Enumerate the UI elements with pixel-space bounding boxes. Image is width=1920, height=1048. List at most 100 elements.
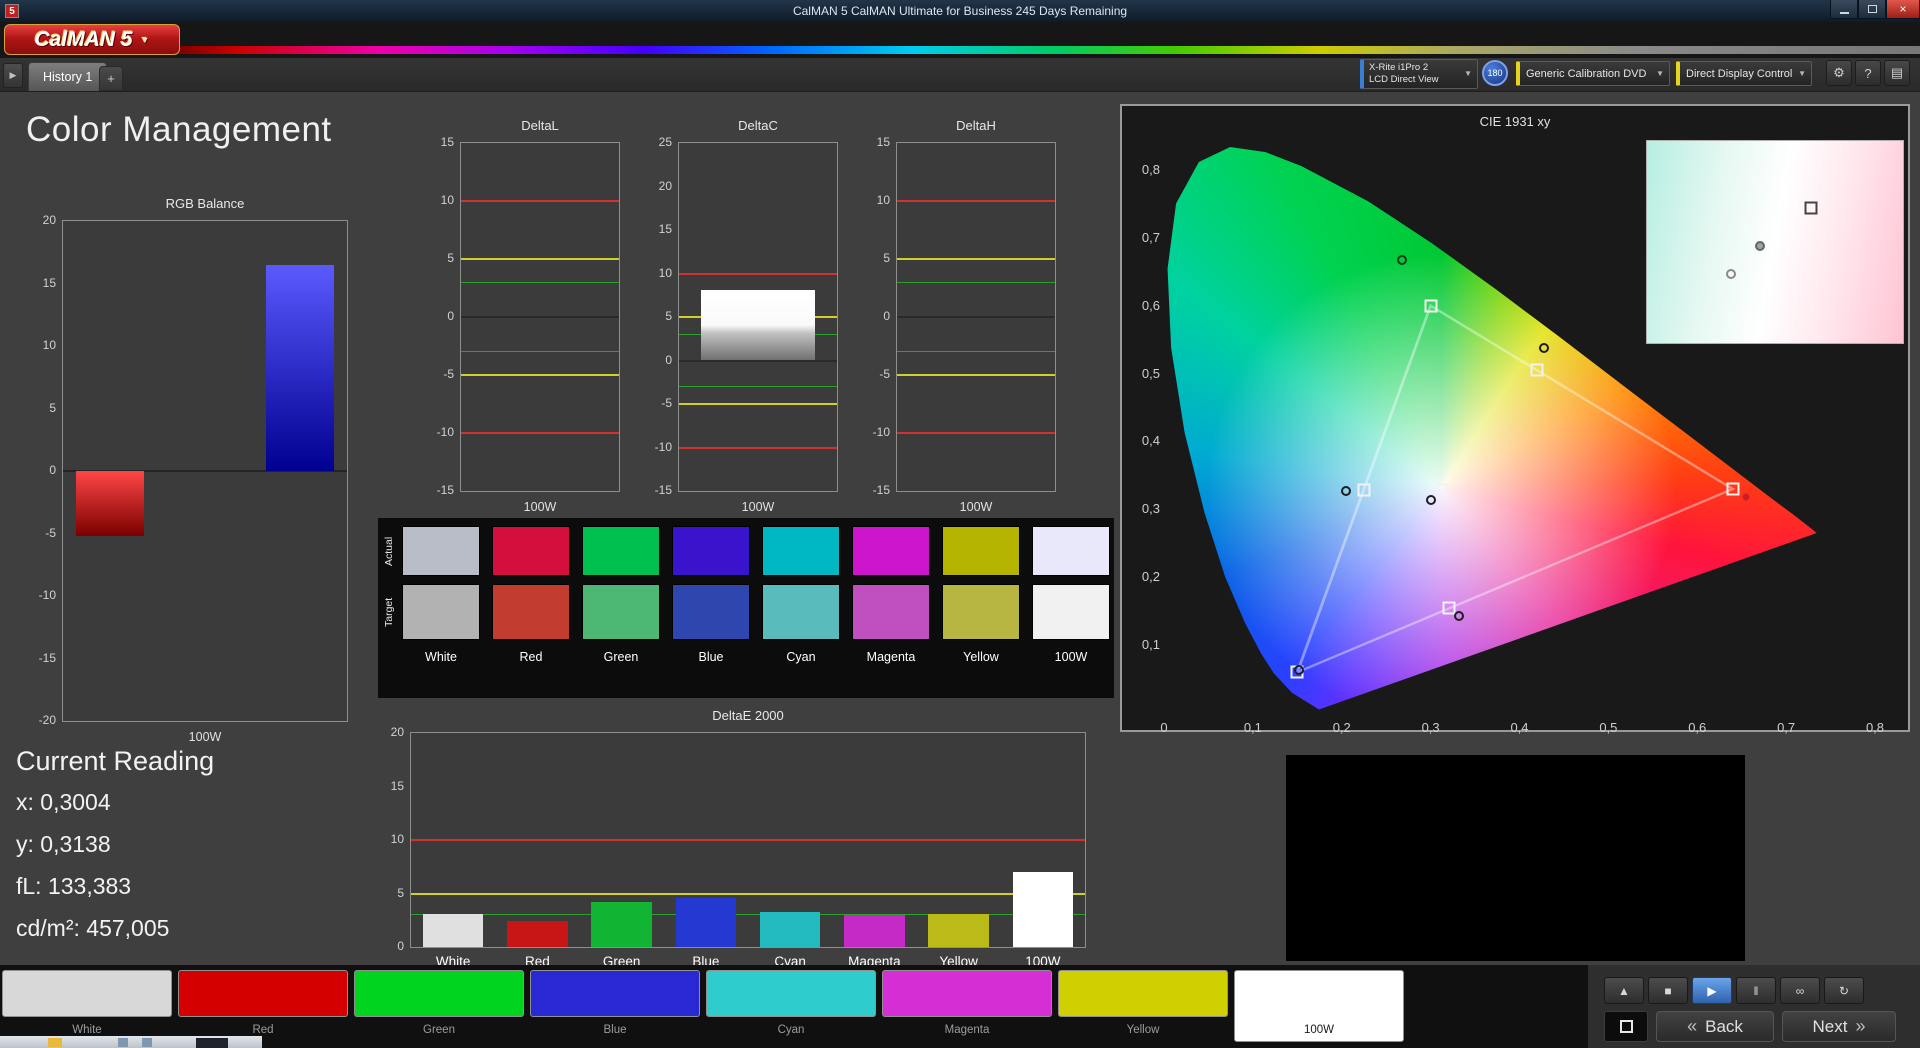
pattern-swatch-cyan[interactable] xyxy=(706,970,876,1017)
bar-white xyxy=(423,914,484,947)
cie-y-tick: 0,8 xyxy=(1126,162,1160,177)
cie-x-tick: 0,2 xyxy=(1322,720,1362,735)
pattern-swatch-green[interactable] xyxy=(354,970,524,1017)
stop-button[interactable]: ■ xyxy=(1648,977,1688,1004)
reference-line xyxy=(897,200,1055,202)
reference-line xyxy=(679,403,837,405)
bar-yellow xyxy=(928,914,989,947)
bar-blue xyxy=(676,898,737,947)
y-tick-label: -5 xyxy=(638,396,672,410)
maximize-button[interactable] xyxy=(1858,0,1886,19)
display-pattern-button[interactable] xyxy=(1604,1011,1648,1042)
close-button[interactable]: × xyxy=(1886,0,1920,19)
display-control-dropdown[interactable]: Direct Display Control ▼ xyxy=(1676,61,1812,86)
y-tick-label: 10 xyxy=(370,832,404,846)
meter-status-badge[interactable]: 180 xyxy=(1482,60,1508,86)
pattern-swatch-magenta[interactable] xyxy=(882,970,1052,1017)
pattern-swatch-label: Blue xyxy=(530,1024,700,1036)
meter-dropdown[interactable]: X-Rite i1Pro 2 LCD Direct View ▼ xyxy=(1360,59,1478,89)
panel-expander-button[interactable]: ▶ xyxy=(3,63,23,88)
reading-value: x: 0,3004 xyxy=(16,789,214,816)
actual-swatch-red xyxy=(492,526,570,576)
minimize-button[interactable] xyxy=(1830,0,1858,19)
logo-text: CalMAN 5 xyxy=(35,28,133,52)
y-tick-label: -10 xyxy=(22,588,56,602)
back-button[interactable]: « Back xyxy=(1656,1011,1774,1042)
pattern-swatch-label: Green xyxy=(354,1024,524,1036)
inset-measured-marker xyxy=(1726,269,1736,279)
target-row-label: Target xyxy=(381,584,397,640)
source-dropdown[interactable]: Generic Calibration DVD ▼ xyxy=(1516,61,1670,86)
add-tab-button[interactable]: + xyxy=(99,66,123,91)
next-button[interactable]: Next » xyxy=(1782,1011,1896,1042)
close-icon: × xyxy=(1899,2,1906,16)
tab-history-1[interactable]: History 1 xyxy=(28,62,107,91)
target-swatch-magenta xyxy=(852,584,930,640)
reference-line xyxy=(411,893,1085,895)
pattern-swatch-label: Yellow xyxy=(1058,1024,1228,1036)
y-tick-label: -5 xyxy=(856,367,890,381)
cie-chart-title: CIE 1931 xy xyxy=(1122,114,1908,129)
y-tick-label: -15 xyxy=(638,483,672,497)
y-tick-label: 5 xyxy=(856,251,890,265)
layout-button[interactable]: ▤ xyxy=(1884,60,1910,86)
pattern-swatch-blue[interactable] xyxy=(530,970,700,1017)
help-button[interactable]: ? xyxy=(1855,60,1881,86)
delta-e-2000-plot xyxy=(410,732,1086,948)
window-titlebar[interactable]: 5 CalMAN 5 CalMAN Ultimate for Business … xyxy=(0,0,1920,22)
white-point-inset xyxy=(1646,140,1904,344)
colorchecker-column-label: Yellow xyxy=(936,650,1026,664)
pause-button[interactable]: ‖ xyxy=(1736,977,1776,1004)
app-icon: 5 xyxy=(5,4,19,18)
pattern-swatch-white[interactable] xyxy=(2,970,172,1017)
measured-marker-white xyxy=(1426,495,1436,505)
inset-measured-marker xyxy=(1755,241,1765,251)
pattern-swatch-label: Magenta xyxy=(882,1024,1052,1036)
y-tick-label: 10 xyxy=(420,193,454,207)
reading-value: cd/m²: 457,005 xyxy=(16,915,214,942)
colorchecker-column-label: Green xyxy=(576,650,666,664)
rainbow-strip xyxy=(150,46,1920,54)
target-marker-red xyxy=(1726,482,1739,495)
chevron-down-icon: ▼ xyxy=(1793,69,1811,78)
loop-button[interactable]: ↻ xyxy=(1824,977,1864,1004)
transport-controls: ▲■▶‖∞↻ xyxy=(1604,977,1864,1004)
meter-name: X-Rite i1Pro 2 LCD Direct View xyxy=(1364,62,1439,86)
play-button[interactable]: ▶ xyxy=(1692,977,1732,1004)
actual-swatch-blue xyxy=(672,526,750,576)
reference-line xyxy=(897,316,1055,318)
continuous-button[interactable]: ∞ xyxy=(1780,977,1820,1004)
bar-100w xyxy=(701,290,815,360)
tab-label: History 1 xyxy=(43,70,92,84)
actual-swatch-white xyxy=(402,526,480,576)
actual-swatch-magenta xyxy=(852,526,930,576)
bar-cyan xyxy=(760,912,821,947)
gear-icon: ⚙ xyxy=(1833,65,1845,81)
y-tick-label: 15 xyxy=(22,276,56,290)
chart-title: DeltaE 2000 xyxy=(410,708,1086,723)
source-label: Generic Calibration DVD xyxy=(1520,68,1646,80)
reference-line xyxy=(461,316,619,318)
current-reading-title: Current Reading xyxy=(16,746,214,777)
cie-x-tick: 0,4 xyxy=(1500,720,1540,735)
reference-line xyxy=(897,282,1055,283)
x-axis-label: 100W xyxy=(62,730,348,744)
settings-button[interactable]: ⚙ xyxy=(1826,60,1852,86)
target-marker-green xyxy=(1424,299,1437,312)
cie-x-tick: 0,8 xyxy=(1855,720,1895,735)
delta-h-plot xyxy=(896,142,1056,492)
delta-c-plot xyxy=(678,142,838,492)
y-tick-label: 20 xyxy=(22,213,56,227)
reference-line xyxy=(897,351,1055,352)
pattern-swatch-yellow[interactable] xyxy=(1058,970,1228,1017)
y-tick-label: -15 xyxy=(856,483,890,497)
reference-line xyxy=(411,839,1085,841)
y-tick-label: 5 xyxy=(22,401,56,415)
y-tick-label: -10 xyxy=(420,425,454,439)
pattern-swatch-red[interactable] xyxy=(178,970,348,1017)
reference-line xyxy=(461,374,619,376)
reference-line xyxy=(461,351,619,352)
calman-logo-button[interactable]: CalMAN 5 ▼ xyxy=(4,24,180,55)
eject-button[interactable]: ▲ xyxy=(1604,977,1644,1004)
cie-y-tick: 0,7 xyxy=(1126,230,1160,245)
